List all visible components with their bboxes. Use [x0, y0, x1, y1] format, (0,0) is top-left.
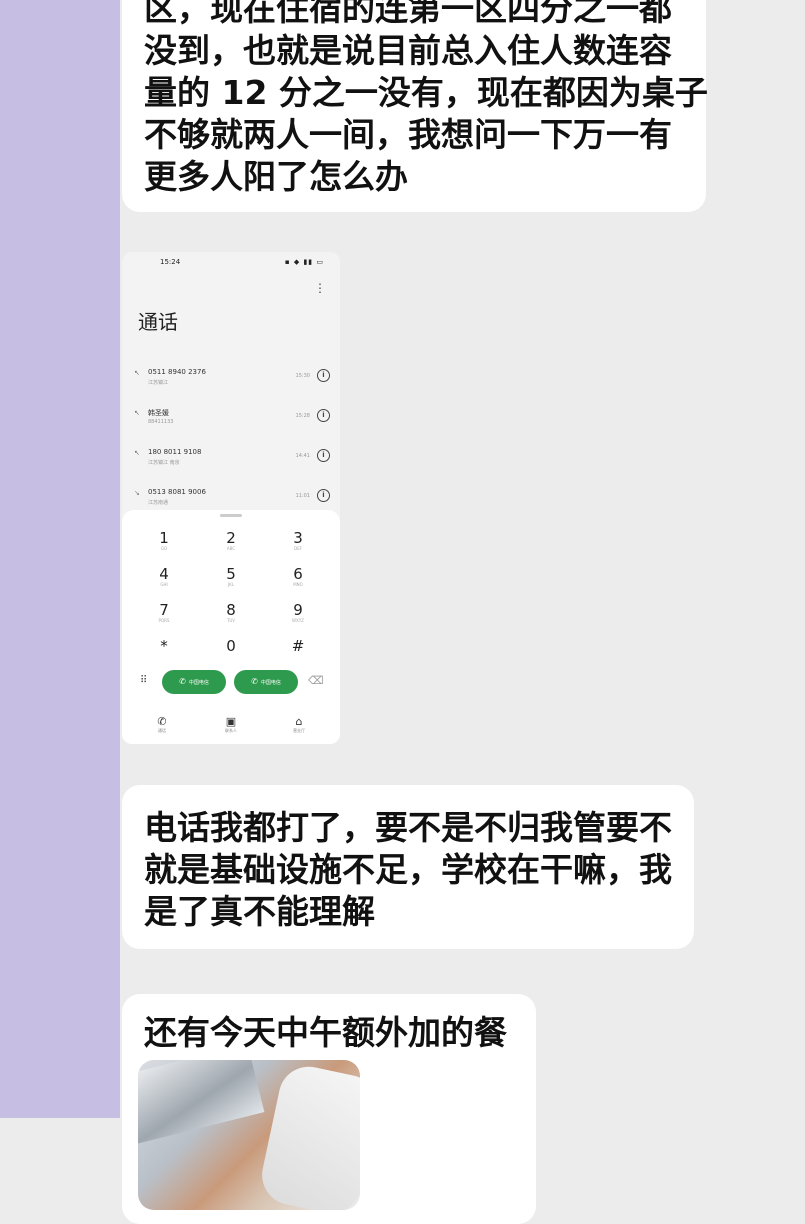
- message-line: 量的 12 分之一没有，现在都因为桌子: [144, 73, 708, 112]
- tab-contacts: ▣ 联系人: [211, 716, 251, 734]
- dial-key: *: [144, 638, 184, 654]
- message-line: 还有今天中午额外加的餐: [144, 1013, 507, 1052]
- keypad-icon: ⠿: [140, 675, 148, 686]
- tab-calls: ✆ 通话: [142, 716, 182, 734]
- key-digit: 3: [293, 529, 303, 547]
- dial-key: 0: [211, 638, 251, 654]
- dial-key: 9 WXYZ: [278, 602, 318, 623]
- dial-key: 8 TUV: [211, 602, 251, 623]
- dial-key: 2 ABC: [211, 530, 251, 551]
- key-digit: 6: [293, 565, 303, 583]
- call-number: 0513 8081 9006: [148, 488, 206, 496]
- key-letters: MNO: [293, 582, 303, 587]
- call-number: 180 8011 9108: [148, 448, 202, 456]
- backspace-icon: ⌫: [308, 674, 324, 687]
- key-digit: #: [291, 637, 305, 655]
- meal-photo[interactable]: [138, 1060, 360, 1210]
- key-digit: 0: [226, 637, 236, 655]
- chat-message-bubble[interactable]: 电话我都打了，要不是不归我管要不 就是基础设施不足，学校在干嘛，我 是了真不能理…: [122, 785, 694, 949]
- outgoing-call-icon: ↖: [134, 409, 140, 417]
- call-button-sim1: ✆ 中国电信: [162, 670, 226, 694]
- info-icon: i: [317, 489, 330, 502]
- phone-icon: ✆: [179, 677, 186, 686]
- dial-key: #: [278, 638, 318, 654]
- call-location: 江苏南通: [148, 500, 169, 506]
- call-time: 15:28: [295, 413, 310, 419]
- info-icon: i: [317, 369, 330, 382]
- key-letters: TUV: [226, 618, 236, 623]
- info-icon: i: [317, 449, 330, 462]
- info-icon: i: [317, 409, 330, 422]
- outgoing-call-icon: ↖: [134, 369, 140, 377]
- status-time: 15:24: [160, 258, 181, 266]
- call-log-item: ↖ 韩圣媛 88411133 15:28 i: [122, 404, 340, 444]
- dialpad: 1 GO 2 ABC 3 DEF 4 GHI 5 JKL 6 MNO 7 PQR…: [122, 510, 340, 744]
- foil-packaging-shape: [138, 1060, 265, 1146]
- call-log-item: ↖ 180 8011 9108 江苏镇江 南京 14:41 i: [122, 444, 340, 484]
- key-digit: 4: [159, 565, 169, 583]
- carrier-label: 中国电信: [188, 680, 209, 686]
- phone-icon: ✆: [157, 715, 167, 728]
- key-digit: *: [160, 637, 168, 655]
- outgoing-call-icon: ↖: [134, 449, 140, 457]
- key-letters: GHI: [160, 582, 168, 587]
- tab-label: 联系人: [225, 728, 237, 733]
- message-line: 是了真不能理解: [144, 892, 375, 931]
- message-line: 没到，也就是说目前总入住人数连容: [144, 31, 672, 70]
- call-number: 韩圣媛: [148, 409, 169, 417]
- call-button-sim2: ✆ 中国电信: [234, 670, 298, 694]
- key-digit: 2: [226, 529, 236, 547]
- key-letters: PQRS: [158, 618, 170, 623]
- contacts-icon: ▣: [225, 715, 237, 728]
- store-icon: ⌂: [295, 715, 303, 728]
- message-line: 不够就两人一间，我想问一下万一有: [144, 115, 672, 154]
- call-log-list: ↖ 0511 8940 2376 江苏镇江 15:30 i ↖ 韩圣媛 8841…: [122, 364, 340, 524]
- call-location: 江苏镇江: [148, 380, 169, 386]
- phone-icon: ✆: [251, 677, 258, 686]
- message-line: 就是基础设施不足，学校在干嘛，我: [144, 850, 672, 889]
- call-number: 0511 8940 2376: [148, 368, 206, 376]
- key-digit: 9: [293, 601, 303, 619]
- tab-store: ⌂ 营业厅: [279, 716, 319, 734]
- key-digit: 1: [159, 529, 169, 547]
- key-letters: WXYZ: [292, 618, 304, 623]
- more-options-icon: ⋮: [314, 281, 326, 295]
- dial-key: 4 GHI: [144, 566, 184, 587]
- carrier-label: 中国电信: [260, 680, 281, 686]
- key-letters: GO: [160, 546, 168, 551]
- dial-key: 1 GO: [144, 530, 184, 551]
- dial-key: 5 JKL: [211, 566, 251, 587]
- message-line: 更多人阳了怎么办: [144, 157, 408, 196]
- call-log-item: ↖ 0511 8940 2376 江苏镇江 15:30 i: [122, 364, 340, 404]
- dial-key: 3 DEF: [278, 530, 318, 551]
- chat-message-bubble[interactable]: 区，现在住宿的连第一区四分之一都 没到，也就是说目前总入住人数连容 量的 12 …: [122, 0, 708, 212]
- plastic-wrap-shape: [256, 1061, 360, 1210]
- call-location: 江苏镇江 南京: [148, 460, 180, 466]
- message-line: 区，现在住宿的连第一区四分之一都: [144, 0, 672, 28]
- key-letters: DEF: [294, 546, 302, 551]
- call-time: 14:41: [295, 453, 310, 459]
- call-time: 11:01: [295, 493, 310, 499]
- bottom-nav: ✆ 通话 ▣ 联系人 ⌂ 营业厅: [122, 716, 340, 744]
- drag-handle: [220, 514, 242, 517]
- signal-battery-icon: ▪ ◆ ▮▮ ▭: [284, 258, 324, 266]
- tab-label: 通话: [158, 728, 166, 733]
- dial-key: 7 PQRS: [144, 602, 184, 623]
- key-digit: 7: [159, 601, 169, 619]
- sidebar-panel: [0, 0, 120, 1118]
- phone-app-title: 通话: [138, 310, 178, 334]
- dial-key: 6 MNO: [278, 566, 318, 587]
- key-digit: 5: [226, 565, 236, 583]
- key-letters: ABC: [226, 546, 236, 551]
- call-time: 15:30: [295, 373, 310, 379]
- key-digit: 8: [226, 601, 236, 619]
- outgoing-call-icon: ↘: [134, 489, 140, 497]
- message-line: 电话我都打了，要不是不归我管要不: [144, 808, 672, 847]
- key-letters: JKL: [227, 582, 235, 587]
- status-bar: 15:24 ▪ ◆ ▮▮ ▭: [122, 258, 340, 270]
- tab-label: 营业厅: [293, 728, 305, 733]
- call-location: 88411133: [148, 419, 174, 425]
- phone-call-log-screenshot[interactable]: 15:24 ▪ ◆ ▮▮ ▭ ⋮ 通话 ↖ 0511 8940 2376 江苏镇…: [122, 252, 340, 744]
